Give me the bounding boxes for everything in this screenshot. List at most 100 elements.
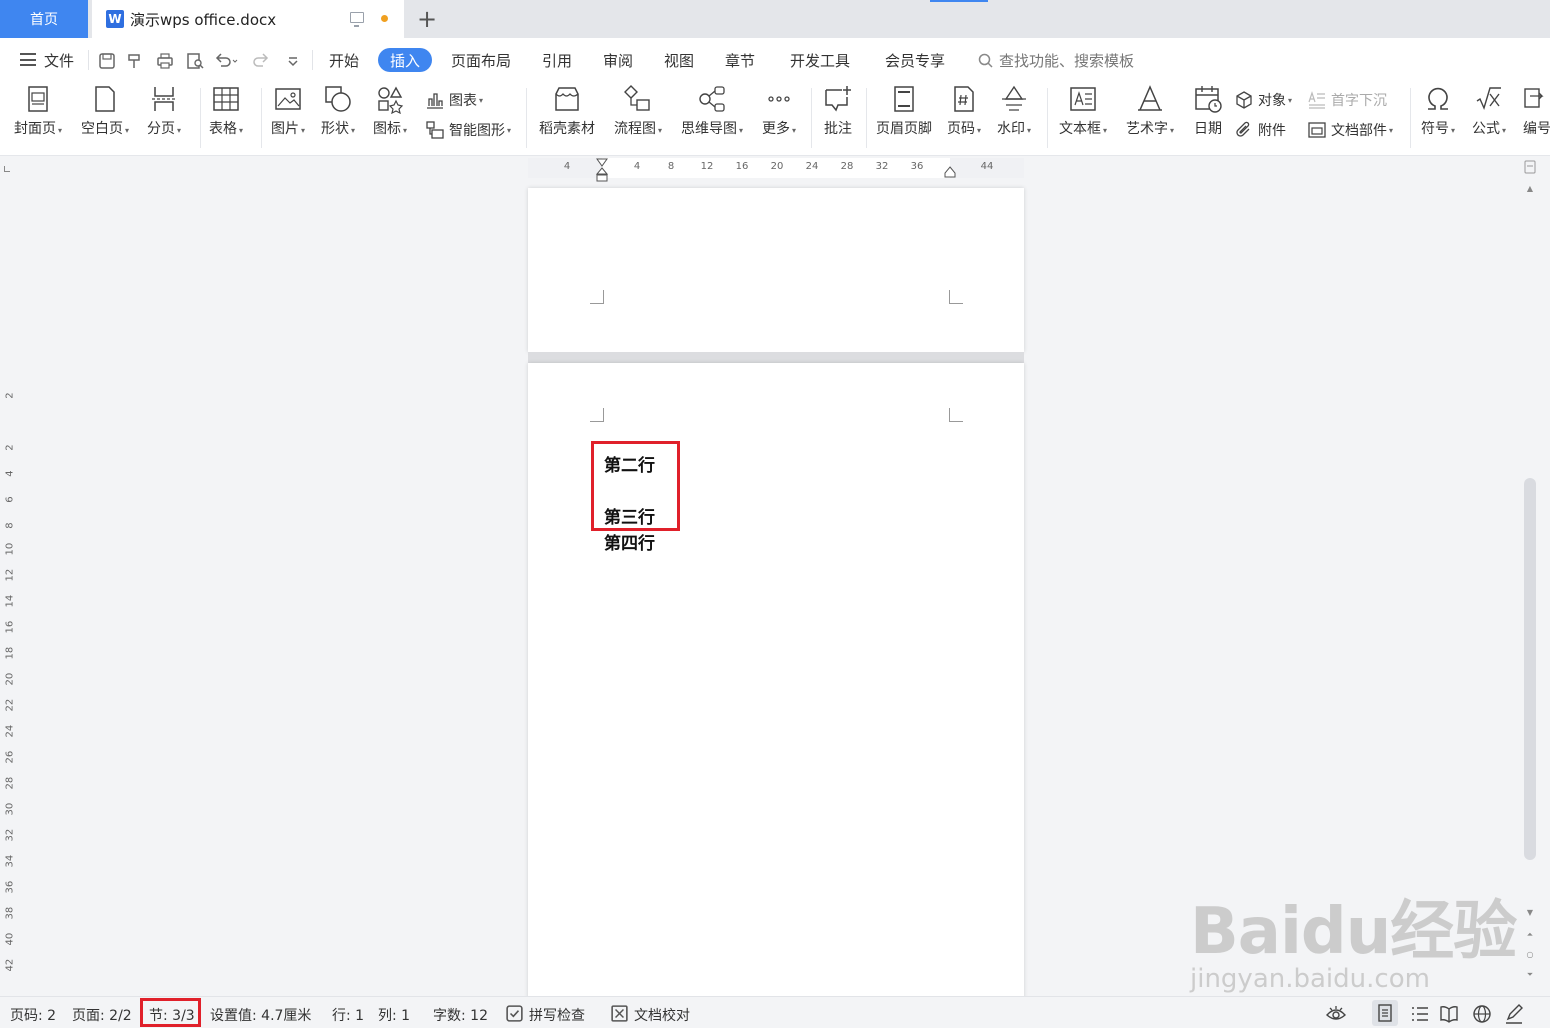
search-input[interactable]: 查找功能、搜索模板 [999,50,1134,71]
blank-page-button[interactable]: 空白页 ▾ [81,84,129,138]
spellcheck-button[interactable]: 拼写检查 [506,1005,585,1025]
next-page-icon[interactable]: ⏷ [1524,970,1536,980]
save-icon[interactable] [98,52,116,70]
menu-home[interactable]: 开始 [329,50,359,71]
prev-page-icon[interactable]: ⏶ [1524,930,1536,940]
more-button[interactable]: 更多 ▾ [762,84,796,138]
textbox-icon [1070,87,1096,111]
document-part-button[interactable]: 文档部件 ▾ [1307,120,1393,140]
formula-button[interactable]: 公式 ▾ [1472,84,1506,138]
home-tab[interactable]: 首页 [0,0,88,38]
page-view-icon[interactable] [1375,1003,1395,1023]
wordart-button[interactable]: 艺术字 ▾ [1126,84,1174,138]
material-button[interactable]: 稻壳素材 [539,84,595,138]
print-icon[interactable] [156,52,174,70]
redo-icon[interactable] [252,52,270,70]
picture-button[interactable]: 图片 ▾ [271,84,305,138]
menu-developer[interactable]: 开发工具 [790,50,850,71]
document-part-icon [1308,122,1326,138]
menu-page-layout[interactable]: 页面布局 [451,50,511,71]
menu-icon[interactable] [20,53,36,66]
numbering-button[interactable]: 编号 [1522,84,1550,138]
comment-label: 批注 [824,121,852,137]
watermark-button[interactable]: 水印 ▾ [997,84,1031,138]
write-mode-icon[interactable] [1504,1004,1524,1024]
customize-toolbar-icon[interactable] [284,52,302,70]
watermark-brand: Baidu经验 [1190,895,1517,969]
attachment-button[interactable]: 附件 [1234,120,1286,140]
header-footer-button[interactable]: 页眉页脚 [876,84,932,138]
ruler-tick: 24 [805,161,819,172]
highlight-box [591,441,680,531]
vertical-scrollbar[interactable]: ▲ ▼ ⏶ ○ ⏷ [1520,158,1540,994]
ruler-tick: 16 [4,620,16,634]
ruler-tick: 32 [4,828,16,842]
document-tab[interactable]: W 演示wps office.docx [92,0,404,38]
symbol-label: 符号 [1421,121,1449,137]
shape-button[interactable]: 形状 ▾ [321,84,355,138]
menu-view[interactable]: 视图 [664,50,694,71]
menu-member[interactable]: 会员专享 [885,50,945,71]
scroll-up-icon[interactable]: ▲ [1524,184,1536,193]
dropcap-label: 首字下沉 [1331,93,1387,109]
scroll-down-icon[interactable]: ▼ [1524,908,1536,917]
cover-page-button[interactable]: 封面页 ▾ [14,84,62,138]
status-section-highlight [140,998,201,1027]
divider [526,88,527,148]
status-pages[interactable]: 页面: 2/2 [72,1005,132,1025]
document-page-1[interactable] [528,188,1024,352]
mindmap-button[interactable]: 思维导图 ▾ [681,84,743,138]
page-number-button[interactable]: 页码 ▾ [947,84,981,138]
material-label: 稻壳素材 [539,121,595,137]
print-preview-icon[interactable] [186,52,204,70]
dropcap-button[interactable]: 首字下沉 [1307,90,1387,110]
menu-insert[interactable]: 插入 [390,50,420,71]
status-column[interactable]: 列: 1 [378,1005,410,1025]
status-row[interactable]: 行: 1 [332,1005,364,1025]
smartart-button[interactable]: 智能图形 ▾ [425,120,511,140]
status-setting-value[interactable]: 设置值: 4.7厘米 [210,1005,311,1025]
scrollbar-thumb[interactable] [1524,478,1536,860]
comment-button[interactable]: 批注 [823,84,853,138]
menu-review[interactable]: 审阅 [603,50,633,71]
reading-view-icon[interactable] [1439,1004,1459,1024]
status-page-number[interactable]: 页码: 2 [10,1005,56,1025]
date-button[interactable]: 日期 [1193,84,1223,138]
table-label: 表格 [209,121,237,137]
new-tab-button[interactable]: + [414,4,440,34]
chart-label: 图表 [449,93,477,109]
select-browse-object-icon[interactable]: ○ [1524,950,1536,959]
proofread-button[interactable]: 文档校对 [611,1005,690,1025]
page-break-button[interactable]: 分页 ▾ [147,84,181,138]
symbol-button[interactable]: 符号 ▾ [1421,84,1455,138]
margin-corner-mark [590,408,604,422]
monitor-icon[interactable] [350,12,364,27]
icons-button[interactable]: 图标 ▾ [373,84,407,138]
split-view-icon[interactable] [1524,160,1536,174]
eye-protection-icon[interactable] [1326,1004,1346,1024]
divider [1410,88,1411,148]
format-painter-icon[interactable] [126,52,144,70]
menu-references[interactable]: 引用 [542,50,572,71]
right-indent-marker-icon[interactable] [944,166,956,178]
menu-section[interactable]: 章节 [725,50,755,71]
horizontal-ruler[interactable]: 4 4 8 12 16 20 24 28 32 36 44 [528,158,1024,182]
margin-corner-mark [590,290,604,304]
textbox-button[interactable]: 文本框 ▾ [1059,84,1107,138]
object-button[interactable]: 对象 ▾ [1234,90,1292,110]
indent-marker-icon[interactable] [596,158,608,182]
document-tab-title: 演示wps office.docx [130,10,277,29]
cover-page-label: 封面页 [14,121,56,137]
menu-file[interactable]: 文件 [44,50,74,71]
outline-view-icon[interactable] [1410,1004,1430,1024]
flowchart-button[interactable]: 流程图 ▾ [614,84,662,138]
table-button[interactable]: 表格 ▾ [209,84,243,138]
smartart-label: 智能图形 [449,123,505,139]
web-view-icon[interactable] [1472,1004,1492,1024]
undo-icon[interactable] [214,52,238,70]
chart-button[interactable]: 图表 ▾ [425,90,483,110]
status-word-count[interactable]: 字数: 12 [433,1005,488,1025]
vertical-ruler[interactable]: 2 2 4 6 8 10 12 14 16 18 20 22 24 26 28 … [0,188,20,994]
document-line-4[interactable]: 第四行 [604,529,655,554]
ruler-tick: 4 [563,161,571,172]
